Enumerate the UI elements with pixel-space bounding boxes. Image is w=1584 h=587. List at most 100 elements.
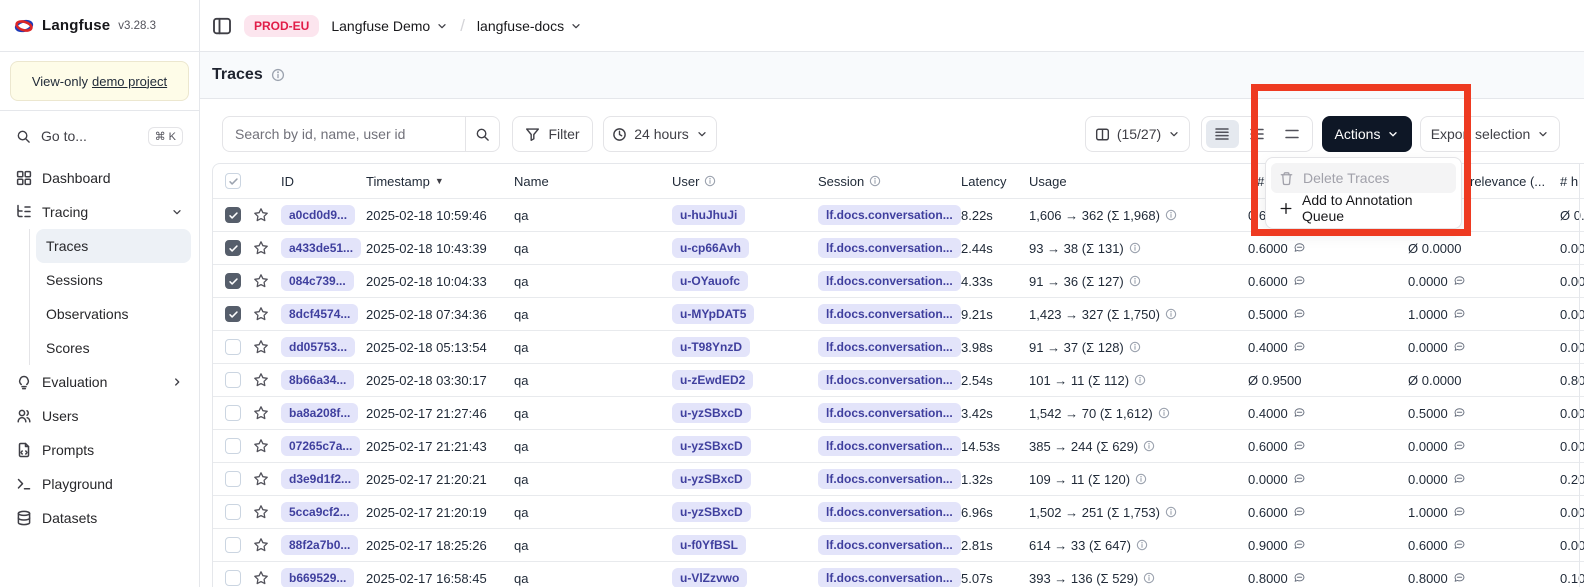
org-selector[interactable]: Langfuse Demo [331, 18, 448, 34]
user-badge[interactable]: u-yzSBxcD [672, 436, 751, 456]
row-checkbox[interactable] [225, 207, 241, 223]
trace-id-badge[interactable]: 07265c7a... [281, 436, 360, 456]
user-badge[interactable]: u-MYpDAT5 [672, 304, 754, 324]
favorite-star-icon[interactable] [253, 570, 269, 586]
panel-left-icon[interactable] [212, 16, 232, 36]
table-row[interactable]: 084c739... 2025-02-18 10:04:33 qa u-OYau… [213, 265, 1584, 298]
header-session[interactable]: Session [818, 174, 961, 189]
row-checkbox[interactable] [225, 537, 241, 553]
row-checkbox[interactable] [225, 438, 241, 454]
session-badge[interactable]: lf.docs.conversation... [818, 337, 961, 357]
row-checkbox[interactable] [225, 306, 241, 322]
session-badge[interactable]: lf.docs.conversation... [818, 502, 961, 522]
filter-button[interactable]: Filter [512, 116, 593, 152]
sidebar-item-traces[interactable]: Traces [36, 229, 191, 263]
user-badge[interactable]: u-yzSBxcD [672, 469, 751, 489]
table-row[interactable]: a433de51... 2025-02-18 10:43:39 qa u-cp6… [213, 232, 1584, 265]
favorite-star-icon[interactable] [253, 207, 269, 223]
sidebar-item-evaluation[interactable]: Evaluation [8, 365, 191, 399]
session-badge[interactable]: lf.docs.conversation... [818, 370, 961, 390]
row-checkbox[interactable] [225, 339, 241, 355]
session-badge[interactable]: lf.docs.conversation... [818, 535, 961, 555]
favorite-star-icon[interactable] [253, 240, 269, 256]
table-row[interactable]: ba8a208f... 2025-02-17 21:27:46 qa u-yzS… [213, 397, 1584, 430]
time-range-button[interactable]: 24 hours [603, 116, 717, 152]
row-checkbox[interactable] [225, 273, 241, 289]
row-checkbox[interactable] [225, 240, 241, 256]
session-badge[interactable]: lf.docs.conversation... [818, 469, 961, 489]
sidebar-item-users[interactable]: Users [8, 399, 191, 433]
row-checkbox[interactable] [225, 372, 241, 388]
project-selector[interactable]: langfuse-docs [477, 18, 582, 34]
menu-item-delete-traces[interactable]: Delete Traces [1271, 163, 1456, 193]
actions-button[interactable]: Actions [1322, 116, 1412, 152]
favorite-star-icon[interactable] [253, 306, 269, 322]
sidebar-item-scores[interactable]: Scores [36, 331, 191, 365]
user-badge[interactable]: u-huJhuJi [672, 205, 745, 225]
trace-id-badge[interactable]: dd05753... [281, 337, 355, 357]
session-badge[interactable]: lf.docs.conversation... [818, 238, 961, 258]
search-input[interactable]: Search by id, name, user id [222, 116, 500, 152]
sidebar-item-observations[interactable]: Observations [36, 297, 191, 331]
demo-project-link[interactable]: demo project [92, 74, 167, 89]
goto-search[interactable]: Go to... ⌘ K [8, 119, 191, 153]
trace-id-badge[interactable]: 5cca9cf2... [281, 502, 358, 522]
row-height-large-button[interactable] [1275, 120, 1308, 148]
trace-id-badge[interactable]: ba8a208f... [281, 403, 358, 423]
user-badge[interactable]: u-cp66Avh [672, 238, 749, 258]
header-usage[interactable]: Usage [1029, 174, 1248, 189]
session-badge[interactable]: lf.docs.conversation... [818, 271, 961, 291]
table-row[interactable]: d3e9d1f2... 2025-02-17 21:20:21 qa u-yzS… [213, 463, 1584, 496]
favorite-star-icon[interactable] [253, 339, 269, 355]
user-badge[interactable]: u-T98YnzD [672, 337, 750, 357]
row-height-small-button[interactable] [1206, 120, 1239, 148]
row-height-medium-button[interactable] [1241, 120, 1274, 148]
header-id[interactable]: ID [281, 174, 366, 189]
session-badge[interactable]: lf.docs.conversation... [818, 403, 961, 423]
header-score-4[interactable]: # h [1560, 174, 1584, 189]
sidebar-item-tracing[interactable]: Tracing [8, 195, 191, 229]
table-row[interactable]: 88f2a7b0... 2025-02-17 18:25:26 qa u-f0Y… [213, 529, 1584, 562]
favorite-star-icon[interactable] [253, 537, 269, 553]
export-selection-button[interactable]: Export selection [1420, 116, 1560, 152]
session-badge[interactable]: lf.docs.conversation... [818, 304, 961, 324]
trace-id-badge[interactable]: 8dcf4574... [281, 304, 358, 324]
row-checkbox[interactable] [225, 471, 241, 487]
header-score-relevance[interactable]: relevance (... [1470, 174, 1560, 189]
trace-id-badge[interactable]: b669529... [281, 568, 354, 587]
session-badge[interactable]: lf.docs.conversation... [818, 205, 961, 225]
table-row[interactable]: 8dcf4574... 2025-02-18 07:34:36 qa u-MYp… [213, 298, 1584, 331]
user-badge[interactable]: u-VlZzvwo [672, 568, 747, 587]
trace-id-badge[interactable]: 88f2a7b0... [281, 535, 358, 555]
user-badge[interactable]: u-yzSBxcD [672, 403, 751, 423]
select-all-checkbox[interactable] [225, 173, 241, 189]
user-badge[interactable]: u-OYauofc [672, 271, 748, 291]
columns-button[interactable]: (15/27) [1085, 116, 1190, 152]
favorite-star-icon[interactable] [253, 372, 269, 388]
table-row[interactable]: 8b66a34... 2025-02-18 03:30:17 qa u-zEwd… [213, 364, 1584, 397]
favorite-star-icon[interactable] [253, 471, 269, 487]
favorite-star-icon[interactable] [253, 405, 269, 421]
header-user[interactable]: User [672, 174, 818, 189]
user-badge[interactable]: u-f0YfBSL [672, 535, 746, 555]
user-badge[interactable]: u-zEwdED2 [672, 370, 753, 390]
menu-item-add-to-annotation-queue[interactable]: Add to Annotation Queue [1271, 193, 1456, 223]
session-badge[interactable]: lf.docs.conversation... [818, 436, 961, 456]
sidebar-item-prompts[interactable]: Prompts [8, 433, 191, 467]
sidebar-item-playground[interactable]: Playground [8, 467, 191, 501]
favorite-star-icon[interactable] [253, 273, 269, 289]
row-checkbox[interactable] [225, 405, 241, 421]
trace-id-badge[interactable]: a433de51... [281, 238, 361, 258]
table-row[interactable]: 5cca9cf2... 2025-02-17 21:20:19 qa u-yzS… [213, 496, 1584, 529]
trace-id-badge[interactable]: 084c739... [281, 271, 354, 291]
favorite-star-icon[interactable] [253, 504, 269, 520]
row-checkbox[interactable] [225, 570, 241, 586]
user-badge[interactable]: u-yzSBxcD [672, 502, 751, 522]
table-row[interactable]: dd05753... 2025-02-18 05:13:54 qa u-T98Y… [213, 331, 1584, 364]
trace-id-badge[interactable]: d3e9d1f2... [281, 469, 359, 489]
sidebar-item-dashboard[interactable]: Dashboard [8, 161, 191, 195]
header-timestamp[interactable]: Timestamp ▼ [366, 174, 514, 189]
trace-id-badge[interactable]: 8b66a34... [281, 370, 354, 390]
header-latency[interactable]: Latency [961, 174, 1029, 189]
sidebar-item-datasets[interactable]: Datasets [8, 501, 191, 535]
